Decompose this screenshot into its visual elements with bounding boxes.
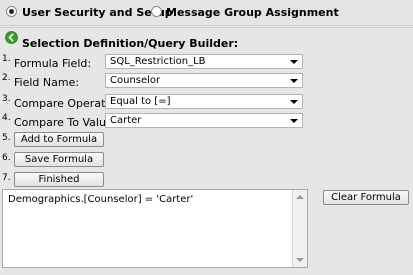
formula-textarea[interactable]: Demographics.[Counselor] = 'Carter' [2, 189, 308, 268]
radio-user-security[interactable] [6, 6, 17, 17]
tab-user-security-label[interactable]: User Security and Setup [22, 6, 173, 19]
chevron-down-icon [290, 79, 298, 83]
add-to-formula-button[interactable]: Add to Formula [14, 132, 104, 147]
scroll-up-icon[interactable] [296, 195, 304, 199]
tab-message-group-label[interactable]: Message Group Assignment [166, 6, 339, 19]
scroll-down-icon[interactable] [296, 258, 304, 262]
formula-field-value: SQL_Restriction_LB [110, 56, 206, 67]
step-number: 4. [2, 113, 11, 123]
formula-scrollbar[interactable] [292, 190, 307, 267]
finished-button[interactable]: Finished [14, 172, 104, 187]
step-number: 3. [2, 94, 11, 104]
field-name-label: Field Name: [14, 76, 80, 89]
chevron-down-icon [290, 119, 298, 123]
compare-to-value-value: Carter [110, 115, 142, 126]
compare-to-value-label: Compare To Value: [14, 116, 117, 129]
save-formula-button[interactable]: Save Formula [14, 152, 104, 167]
step-number: 5. [2, 133, 11, 143]
step-number: 6. [2, 153, 11, 163]
section-title: Selection Definition/Query Builder: [22, 37, 239, 50]
formula-text: Demographics.[Counselor] = 'Carter' [8, 194, 194, 205]
compare-operation-select[interactable]: Equal to [=] [105, 94, 303, 109]
compare-to-value-select[interactable]: Carter [105, 113, 303, 128]
field-name-value: Counselor [110, 75, 161, 86]
step-number: 1. [2, 54, 11, 64]
formula-field-select[interactable]: SQL_Restriction_LB [105, 54, 303, 69]
clear-formula-button[interactable]: Clear Formula [323, 190, 409, 205]
top-bar: User Security and Setup Message Group As… [0, 0, 413, 26]
step-number: 2. [2, 73, 11, 83]
radio-message-group[interactable] [151, 6, 162, 17]
chevron-down-icon [290, 100, 298, 104]
step-number: 7. [2, 173, 11, 183]
compare-operation-value: Equal to [=] [110, 96, 171, 107]
chevron-down-icon [290, 60, 298, 64]
field-name-select[interactable]: Counselor [105, 73, 303, 88]
back-arrow-icon[interactable] [5, 31, 18, 44]
formula-field-label: Formula Field: [14, 57, 92, 70]
